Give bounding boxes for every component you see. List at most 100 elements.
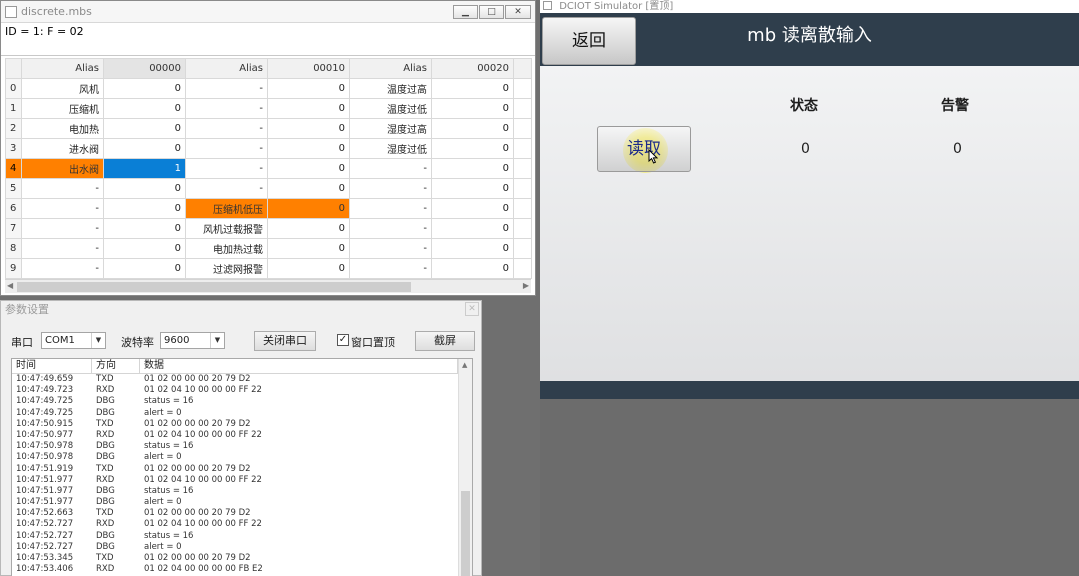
log-col-data[interactable]: 数据: [140, 359, 458, 373]
value-cell[interactable]: 0: [267, 178, 350, 199]
value-cell[interactable]: 0: [103, 178, 186, 199]
value-cell[interactable]: 0: [103, 118, 186, 139]
comm-log[interactable]: 时间 方向 数据 10:47:49.659 TXD 01 02 00 00 00 2…: [11, 358, 473, 576]
chevron-down-icon[interactable]: ▼: [91, 333, 105, 348]
alias-cell[interactable]: 过滤网报警: [185, 258, 268, 279]
table-row[interactable]: 2 电加热 0-0 湿度过高 0: [5, 118, 532, 139]
screenshot-button[interactable]: 截屏: [415, 331, 475, 351]
alias-cell[interactable]: -: [349, 198, 432, 219]
alias-cell[interactable]: 电加热: [21, 118, 104, 139]
value-cell[interactable]: 0: [267, 238, 350, 259]
alias-cell[interactable]: 进水阀: [21, 138, 104, 159]
maximize-icon[interactable]: □: [479, 5, 504, 19]
log-row[interactable]: 10:47:52.663 TXD 01 02 00 00 00 20 79 D2: [12, 508, 472, 519]
log-row[interactable]: 10:47:49.725 DBG status = 16: [12, 396, 472, 407]
alias-cell[interactable]: -: [185, 138, 268, 159]
alias-cell[interactable]: 压缩机低压: [185, 198, 268, 219]
value-cell[interactable]: 0: [103, 258, 186, 279]
minimize-icon[interactable]: ▁: [453, 5, 478, 19]
scroll-thumb[interactable]: [17, 282, 411, 292]
log-row[interactable]: 10:47:51.977 DBG status = 16: [12, 486, 472, 497]
alias-cell[interactable]: -: [185, 118, 268, 139]
col-header-alias-2[interactable]: Alias: [185, 58, 268, 79]
col-header-00000[interactable]: 00000: [103, 58, 186, 79]
alias-cell[interactable]: 湿度过高: [349, 118, 432, 139]
value-cell[interactable]: 0: [431, 218, 514, 239]
value-cell[interactable]: 0: [431, 138, 514, 159]
value-cell[interactable]: 0: [103, 138, 186, 159]
alias-cell[interactable]: 风机过载报警: [185, 218, 268, 239]
row-header[interactable]: 5: [5, 178, 22, 199]
alias-cell[interactable]: 压缩机: [21, 98, 104, 119]
value-cell[interactable]: 0: [103, 98, 186, 119]
value-cell[interactable]: 0: [431, 238, 514, 259]
row-header[interactable]: 6: [5, 198, 22, 219]
close-icon[interactable]: ✕: [465, 302, 479, 316]
value-cell[interactable]: 0: [267, 158, 350, 179]
log-row[interactable]: 10:47:53.345 TXD 01 02 00 00 00 20 79 D2: [12, 553, 472, 564]
scroll-thumb[interactable]: [461, 491, 470, 576]
log-row[interactable]: 10:47:53.406 RXD 01 02 04 00 00 00 00 FB E…: [12, 564, 472, 575]
value-cell[interactable]: 0: [431, 78, 514, 99]
log-row[interactable]: 10:47:50.915 TXD 01 02 00 00 00 20 79 D2: [12, 419, 472, 430]
log-row[interactable]: 10:47:52.727 DBG alert = 0: [12, 542, 472, 553]
alias-cell[interactable]: -: [21, 238, 104, 259]
table-row[interactable]: 6-0 压缩机低压 0-0: [5, 198, 532, 219]
scroll-left-icon[interactable]: ◀: [7, 281, 13, 290]
value-cell[interactable]: 0: [103, 218, 186, 239]
alias-cell[interactable]: 出水阀: [21, 158, 104, 179]
alias-cell[interactable]: -: [185, 78, 268, 99]
table-row[interactable]: 4 出水阀 1-0-0: [5, 158, 532, 179]
topmost-checkbox[interactable]: ✓: [337, 334, 349, 346]
read-button[interactable]: 读取: [597, 126, 691, 172]
alias-cell[interactable]: 风机: [21, 78, 104, 99]
row-header[interactable]: 4: [5, 158, 22, 179]
log-row[interactable]: 10:47:51.977 RXD 01 02 04 10 00 00 00 FF 2…: [12, 475, 472, 486]
col-header-alias-1[interactable]: Alias: [21, 58, 104, 79]
scroll-up-icon[interactable]: ▲: [462, 361, 467, 369]
log-row[interactable]: 10:47:51.977 DBG alert = 0: [12, 497, 472, 508]
table-row[interactable]: 1 压缩机 0-0 温度过低 0: [5, 98, 532, 119]
value-cell[interactable]: 0: [267, 218, 350, 239]
horizontal-scrollbar[interactable]: ◀ ▶: [5, 279, 531, 293]
value-cell[interactable]: 1: [103, 158, 186, 179]
close-icon[interactable]: ✕: [505, 5, 531, 19]
log-row[interactable]: 10:47:49.725 DBG alert = 0: [12, 408, 472, 419]
alias-cell[interactable]: -: [185, 178, 268, 199]
col-header-alias-3[interactable]: Alias: [349, 58, 432, 79]
col-header-00020[interactable]: 00020: [431, 58, 514, 79]
alias-cell[interactable]: 电加热过载: [185, 238, 268, 259]
alias-cell[interactable]: 温度过高: [349, 78, 432, 99]
value-cell[interactable]: 0: [431, 258, 514, 279]
col-header-00010[interactable]: 00010: [267, 58, 350, 79]
corner-header[interactable]: [5, 58, 22, 79]
table-row[interactable]: 7-0 风机过载报警 0-0: [5, 218, 532, 239]
log-row[interactable]: 10:47:51.919 TXD 01 02 00 00 00 20 79 D2: [12, 464, 472, 475]
row-header[interactable]: 3: [5, 138, 22, 159]
row-header[interactable]: 0: [5, 78, 22, 99]
log-row[interactable]: 10:47:49.659 TXD 01 02 00 00 00 20 79 D2: [12, 374, 472, 385]
value-cell[interactable]: 0: [267, 258, 350, 279]
simulator-title-bar[interactable]: DCIOT Simulator [置顶]: [540, 0, 1079, 13]
log-row[interactable]: 10:47:50.978 DBG status = 16: [12, 441, 472, 452]
value-cell[interactable]: 0: [431, 118, 514, 139]
vertical-scrollbar[interactable]: ▲: [458, 359, 472, 576]
table-row[interactable]: 8-0 电加热过载 0-0: [5, 238, 532, 259]
alias-cell[interactable]: -: [349, 238, 432, 259]
table-row[interactable]: 3 进水阀 0-0 湿度过低 0: [5, 138, 532, 159]
value-cell[interactable]: 0: [267, 138, 350, 159]
row-header[interactable]: 8: [5, 238, 22, 259]
alias-cell[interactable]: 温度过低: [349, 98, 432, 119]
log-row[interactable]: 10:47:50.977 RXD 01 02 04 10 00 00 00 FF 2…: [12, 430, 472, 441]
row-header[interactable]: 2: [5, 118, 22, 139]
baud-select[interactable]: 9600 ▼: [160, 332, 225, 349]
alias-cell[interactable]: -: [349, 258, 432, 279]
alias-cell[interactable]: -: [21, 198, 104, 219]
chevron-down-icon[interactable]: ▼: [210, 333, 224, 348]
log-col-direction[interactable]: 方向: [92, 359, 140, 373]
alias-cell[interactable]: -: [349, 178, 432, 199]
value-cell[interactable]: 0: [103, 198, 186, 219]
value-cell[interactable]: 0: [103, 238, 186, 259]
log-row[interactable]: 10:47:49.723 RXD 01 02 04 10 00 00 00 FF 2…: [12, 385, 472, 396]
value-cell[interactable]: 0: [267, 98, 350, 119]
